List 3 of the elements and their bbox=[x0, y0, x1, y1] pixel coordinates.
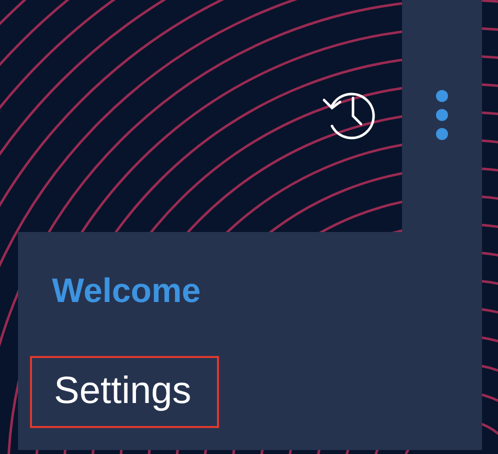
menu-item[interactable]: Welcome bbox=[52, 270, 201, 312]
more-icon bbox=[435, 90, 449, 140]
menu-item[interactable]: Settings bbox=[30, 356, 220, 428]
